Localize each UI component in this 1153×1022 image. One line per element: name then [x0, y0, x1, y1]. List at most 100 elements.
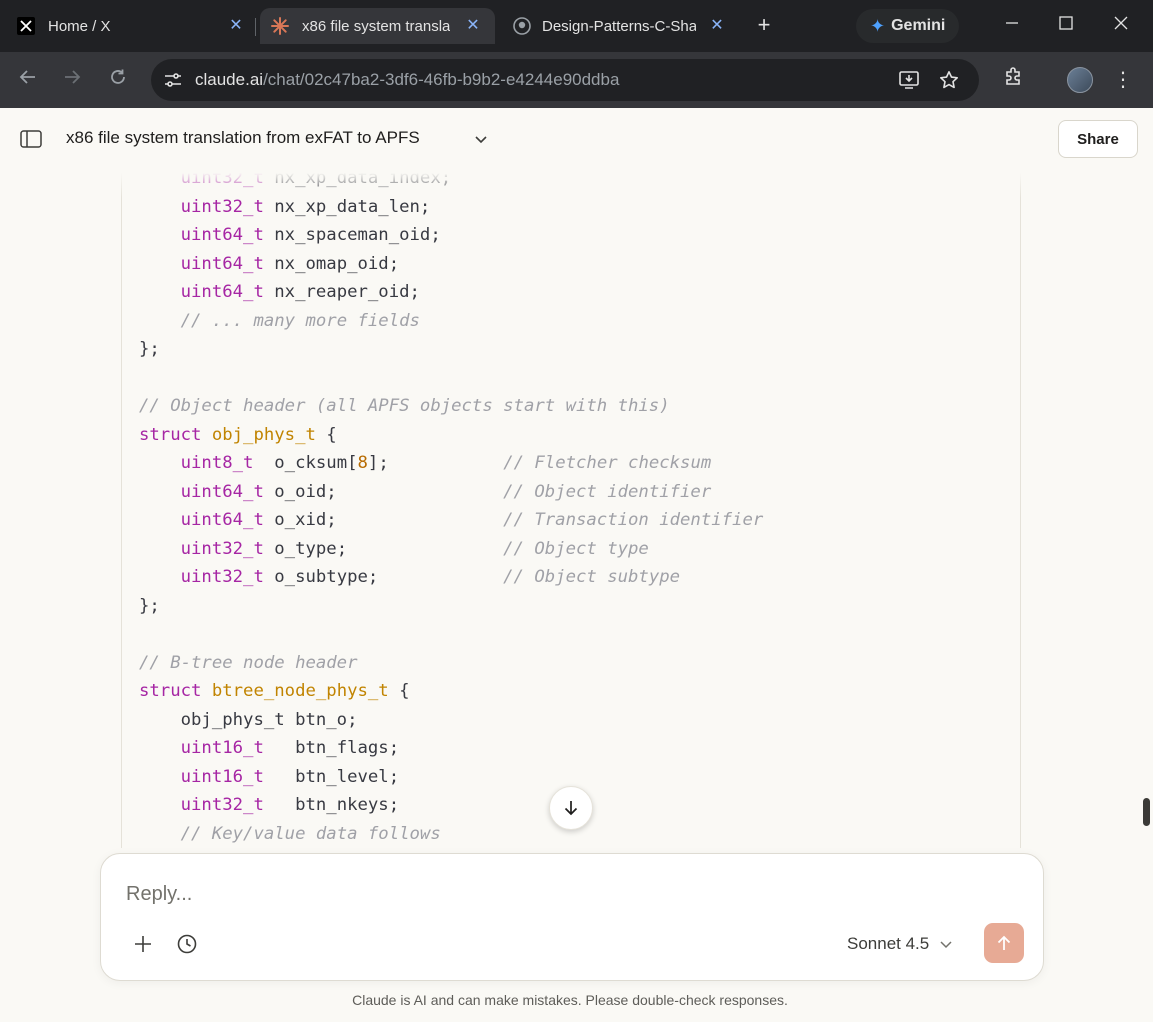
close-tab-icon[interactable]: ✕: [463, 16, 483, 36]
arrow-up-icon: [997, 935, 1011, 950]
code-token: uint64_t: [180, 481, 264, 502]
reload-icon[interactable]: [104, 66, 132, 94]
tab-home-x[interactable]: Home / X ✕: [16, 8, 246, 44]
code-token: nx_omap_oid;: [263, 253, 400, 274]
bookmark-star-icon[interactable]: [935, 66, 963, 94]
code-token: uint16_t: [180, 738, 264, 758]
chevron-down-icon: [940, 941, 952, 949]
add-attachment-icon[interactable]: [129, 930, 157, 958]
claude-chat-page: uint32_t nx_xp_data_index; uint32_t nx_x…: [0, 108, 1153, 1022]
code-token: nx_reaper_oid;: [263, 282, 420, 302]
address-bar[interactable]: claude.ai/chat/02c47ba2-3df6-46fb-b9b2-e…: [151, 59, 979, 101]
share-button[interactable]: Share: [1058, 120, 1138, 158]
send-button[interactable]: [984, 923, 1024, 963]
code-token: struct: [139, 424, 202, 445]
code-token: // B-tree node header: [139, 652, 358, 673]
close-tab-icon[interactable]: ✕: [707, 16, 727, 36]
tab-github[interactable]: Design-Patterns-C-Shar ✕: [512, 8, 727, 44]
tab-strip: Home / X ✕ x86 file system translati ✕ D…: [0, 0, 1153, 52]
code-line: // Key/value data follows: [139, 820, 763, 849]
page-scrollbar[interactable]: [1143, 798, 1150, 826]
code-token: uint64_t: [180, 510, 264, 530]
forward-arrow-icon[interactable]: [58, 66, 86, 94]
code-token: {: [388, 681, 410, 701]
chat-header: x86 file system translation from exFAT t…: [0, 108, 1153, 170]
code-line: uint8_t o_cksum[8]; // Fletcher checksum: [139, 449, 763, 478]
model-label: Sonnet 4.5: [847, 934, 930, 953]
chat-title[interactable]: x86 file system translation from exFAT t…: [66, 128, 420, 148]
code-token: uint32_t: [180, 567, 264, 587]
maximize-icon[interactable]: [1052, 12, 1080, 40]
tab-divider: [255, 18, 256, 36]
code-token: uint32_t: [180, 538, 264, 559]
url-host: claude.ai: [195, 70, 264, 89]
code-line: uint64_t o_oid; // Object identifier: [139, 478, 763, 507]
site-info-icon[interactable]: [159, 66, 187, 94]
close-tab-icon[interactable]: ✕: [226, 16, 246, 36]
code-line: uint32_t o_type; // Object type: [139, 535, 763, 564]
code-line: };: [139, 592, 763, 621]
code-token: btn_flags;: [263, 738, 400, 758]
arrow-down-icon: [564, 801, 578, 816]
code-token: obj_phys_t: [211, 424, 316, 445]
minimize-icon[interactable]: [998, 12, 1026, 40]
code-line: uint16_t btn_flags;: [139, 734, 763, 763]
reply-input[interactable]: [126, 880, 1006, 908]
code-token: uint64_t: [180, 253, 264, 274]
code-line: struct obj_phys_t {: [139, 421, 763, 450]
code-token: uint16_t: [180, 766, 264, 787]
url-path: /chat/02c47ba2-3df6-46fb-b9b2-e4244e90dd…: [263, 70, 620, 89]
new-tab-button[interactable]: +: [752, 14, 776, 38]
install-app-icon[interactable]: [895, 66, 923, 94]
browser-toolbar: claude.ai/chat/02c47ba2-3df6-46fb-b9b2-e…: [0, 52, 1153, 108]
code-token: uint8_t: [180, 453, 254, 473]
code-line: uint32_t btn_nkeys;: [139, 791, 763, 820]
code-token: nx_xp_data_len;: [263, 196, 431, 217]
code-token: };: [139, 595, 160, 616]
code-token: // Object type: [503, 538, 649, 559]
code-token: o_subtype;: [263, 567, 504, 587]
code-token: uint64_t: [180, 282, 264, 302]
history-clock-icon[interactable]: [173, 930, 201, 958]
code-token: // Transaction identifier: [503, 510, 764, 530]
code-block: uint32_t nx_xp_data_index; uint32_t nx_x…: [121, 150, 1021, 970]
gemini-button[interactable]: ✦ Gemini: [856, 9, 960, 43]
code-token: // ... many more fields: [180, 310, 420, 331]
extensions-puzzle-icon[interactable]: [1000, 66, 1028, 94]
tab-title: Design-Patterns-C-Shar: [542, 17, 696, 35]
code-token: o_oid;: [263, 481, 504, 502]
header-fade: [0, 170, 1153, 198]
code-token: btree_node_phys_t: [211, 681, 389, 701]
close-window-icon[interactable]: [1107, 12, 1135, 40]
code-token: };: [139, 339, 160, 359]
more-menu-icon[interactable]: ⋮: [1113, 66, 1133, 94]
tab-title: x86 file system translati: [302, 17, 450, 35]
code-token: // Object subtype: [503, 567, 681, 587]
tab-claude-chat[interactable]: x86 file system translati ✕: [260, 8, 495, 44]
code-line: struct btree_node_phys_t {: [139, 677, 763, 706]
code-token: o_cksum[: [253, 453, 358, 473]
sidebar-toggle-icon[interactable]: [20, 129, 42, 149]
code-token: uint32_t: [180, 795, 264, 815]
chevron-down-icon[interactable]: [472, 130, 490, 148]
code-line: uint64_t nx_reaper_oid;: [139, 278, 763, 307]
code-token: uint32_t: [180, 196, 264, 217]
back-arrow-icon[interactable]: [14, 66, 42, 94]
model-selector[interactable]: Sonnet 4.5: [847, 932, 953, 956]
code-line: uint64_t o_xid; // Transaction identifie…: [139, 506, 764, 535]
scroll-to-bottom-button[interactable]: [549, 786, 593, 830]
code-token: 8: [357, 453, 368, 473]
profile-avatar[interactable]: [1067, 67, 1093, 93]
code-token: ];: [367, 453, 504, 473]
